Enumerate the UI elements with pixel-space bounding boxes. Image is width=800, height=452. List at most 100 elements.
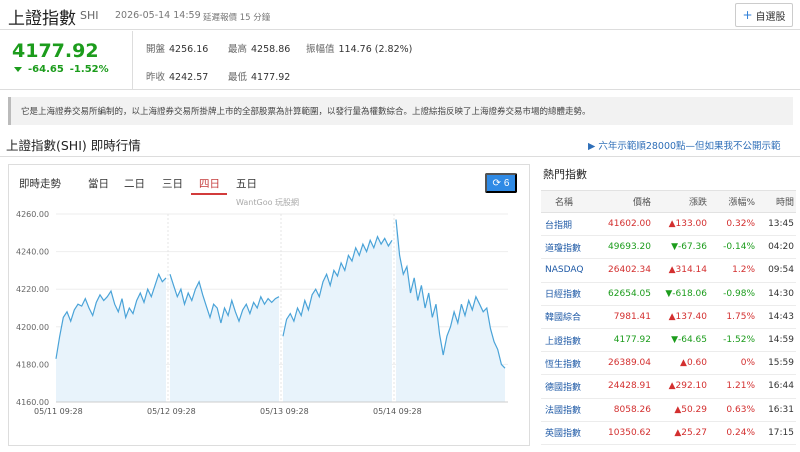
index-percent: 1.21% bbox=[707, 374, 755, 399]
index-name[interactable]: 韓國綜合 bbox=[541, 305, 599, 329]
change-value: -64.65 bbox=[28, 64, 64, 75]
index-change: ▲292.10 bbox=[651, 374, 707, 399]
news-link[interactable]: ▶ 六年示範順28000點—但如果我不公開示範 bbox=[588, 138, 781, 152]
table-row[interactable]: 台指期 41602.00 ▲133.00 0.32% 13:45 bbox=[541, 212, 796, 237]
refresh-icon: ⟳ bbox=[492, 177, 501, 189]
table-row[interactable]: NASDAQ 26402.34 ▲314.14 1.2% 09:54 bbox=[541, 258, 796, 283]
hot-indices-title: 熱門指數 bbox=[543, 168, 587, 181]
hot-indices-table: 名稱 價格 漲跌 漲幅% 時間 台指期 41602.00 ▲133.00 0.32% 1… bbox=[541, 190, 796, 445]
index-name[interactable]: 法國指數 bbox=[541, 398, 599, 422]
index-time: 16:44 bbox=[755, 374, 796, 399]
index-percent: 0% bbox=[707, 351, 755, 376]
current-price: 4177.92 bbox=[12, 40, 99, 62]
table-row[interactable]: 韓國綜合 7981.41 ▲137.40 1.75% 14:43 bbox=[541, 305, 796, 329]
index-change: ▲0.60 bbox=[651, 351, 707, 376]
y-tick-label: 4260.00 bbox=[16, 210, 49, 219]
index-percent: 0.32% bbox=[707, 212, 755, 237]
index-name[interactable]: 英國指數 bbox=[541, 421, 599, 445]
y-tick-label: 4200.00 bbox=[16, 323, 49, 332]
index-name[interactable]: 上證指數 bbox=[541, 328, 599, 353]
index-time: 17:15 bbox=[755, 421, 796, 445]
series-area-day-4 bbox=[396, 219, 505, 402]
tab-day5[interactable]: 五日 bbox=[236, 176, 257, 191]
index-name[interactable]: NASDAQ bbox=[541, 258, 599, 283]
series-area-day-2 bbox=[170, 274, 279, 402]
index-description: 它是上海證券交易所編制的，以上海證券交易所掛牌上市的全部股票為計算範圍，以發行量… bbox=[8, 97, 793, 125]
tab-day2[interactable]: 二日 bbox=[124, 176, 145, 191]
change-percent: -1.52% bbox=[69, 64, 109, 75]
table-row[interactable]: 日經指數 62654.05 ▼-618.06 -0.98% 14:30 bbox=[541, 282, 796, 306]
stat-high: 最高 4258.86 bbox=[228, 44, 291, 55]
index-time: 14:59 bbox=[755, 328, 796, 353]
index-change: ▲137.40 bbox=[651, 305, 707, 329]
index-price: 4177.92 bbox=[599, 328, 651, 353]
table-row[interactable]: 德國指數 24428.91 ▲292.10 1.21% 16:44 bbox=[541, 374, 796, 399]
col-percent: 漲幅% bbox=[707, 190, 755, 213]
index-name[interactable]: 德國指數 bbox=[541, 374, 599, 399]
index-time: 13:45 bbox=[755, 212, 796, 237]
table-header-row: 名稱 價格 漲跌 漲幅% 時間 bbox=[541, 190, 796, 213]
table-row[interactable]: 恆生指數 26389.04 ▲0.60 0% 15:59 bbox=[541, 351, 796, 376]
table-row[interactable]: 英國指數 10350.62 ▲25.27 0.24% 17:15 bbox=[541, 421, 796, 445]
index-time: 15:59 bbox=[755, 351, 796, 376]
index-price: 41602.00 bbox=[599, 212, 651, 237]
delay-note: 延遲報價 15 分鐘 bbox=[203, 13, 271, 23]
index-change: ▼-618.06 bbox=[651, 282, 707, 306]
series-area-day-3 bbox=[283, 236, 392, 402]
add-watchlist-button[interactable]: + 自選股 bbox=[735, 3, 793, 27]
y-tick-label: 4160.00 bbox=[16, 398, 49, 407]
index-price: 7981.41 bbox=[599, 305, 651, 329]
y-tick-label: 4180.00 bbox=[16, 360, 49, 369]
index-time: 16:31 bbox=[755, 398, 796, 422]
index-change: ▲133.00 bbox=[651, 212, 707, 237]
index-percent: -0.14% bbox=[707, 235, 755, 260]
tab-day1[interactable]: 當日 bbox=[88, 176, 109, 191]
index-percent: 0.63% bbox=[707, 398, 755, 422]
index-percent: 0.24% bbox=[707, 421, 755, 445]
index-percent: 1.75% bbox=[707, 305, 755, 329]
index-name[interactable]: 台指期 bbox=[541, 212, 599, 237]
x-tick-label: 05/11 09:28 bbox=[34, 407, 83, 416]
quote-time: 2026-05-14 14:59 bbox=[115, 10, 201, 21]
col-time: 時間 bbox=[755, 190, 796, 213]
index-price: 49693.20 bbox=[599, 235, 651, 260]
active-tab-underline bbox=[191, 193, 227, 195]
index-name[interactable]: 道瓊指數 bbox=[541, 235, 599, 260]
index-change: ▲25.27 bbox=[651, 421, 707, 445]
index-price: 24428.91 bbox=[599, 374, 651, 399]
table-row[interactable]: 道瓊指數 49693.20 ▼-67.36 -0.14% 04:20 bbox=[541, 235, 796, 260]
table-row[interactable]: 法國指數 8058.26 ▲50.29 0.63% 16:31 bbox=[541, 398, 796, 422]
x-tick-label: 05/14 09:28 bbox=[373, 407, 422, 416]
index-time: 14:43 bbox=[755, 305, 796, 329]
y-tick-label: 4240.00 bbox=[16, 248, 49, 257]
tab-day4[interactable]: 四日 bbox=[199, 176, 220, 191]
stat-open: 開盤 4256.16 bbox=[146, 44, 209, 55]
section-title: 上證指數(SHI) 即時行情 bbox=[6, 138, 141, 153]
index-name[interactable]: 恆生指數 bbox=[541, 351, 599, 376]
index-time: 09:54 bbox=[755, 258, 796, 283]
x-tick-label: 05/12 09:28 bbox=[147, 407, 196, 416]
index-price: 26402.34 bbox=[599, 258, 651, 283]
index-change: ▲50.29 bbox=[651, 398, 707, 422]
col-change: 漲跌 bbox=[651, 190, 707, 213]
index-name[interactable]: 日經指數 bbox=[541, 282, 599, 306]
chart-label: 即時走勢 bbox=[19, 178, 61, 190]
index-price: 10350.62 bbox=[599, 421, 651, 445]
refresh-button[interactable]: ⟳ 6 bbox=[485, 173, 517, 193]
divider bbox=[0, 89, 800, 90]
price-box: 4177.92 -64.65 -1.52% bbox=[0, 31, 133, 89]
col-name: 名稱 bbox=[541, 190, 599, 213]
index-percent: -0.98% bbox=[707, 282, 755, 306]
index-time: 04:20 bbox=[755, 235, 796, 260]
add-watchlist-label: 自選股 bbox=[755, 11, 786, 23]
stat-prev-close: 昨收 4242.57 bbox=[146, 72, 209, 83]
y-tick-label: 4220.00 bbox=[16, 285, 49, 294]
index-price: 8058.26 bbox=[599, 398, 651, 422]
index-percent: -1.52% bbox=[707, 328, 755, 353]
index-percent: 1.2% bbox=[707, 258, 755, 283]
table-row[interactable]: 上證指數 4177.92 ▼-64.65 -1.52% 14:59 bbox=[541, 328, 796, 353]
index-price: 62654.05 bbox=[599, 282, 651, 306]
index-time: 14:30 bbox=[755, 282, 796, 306]
tab-day3[interactable]: 三日 bbox=[162, 176, 183, 191]
page-title: 上證指數 bbox=[8, 9, 76, 29]
